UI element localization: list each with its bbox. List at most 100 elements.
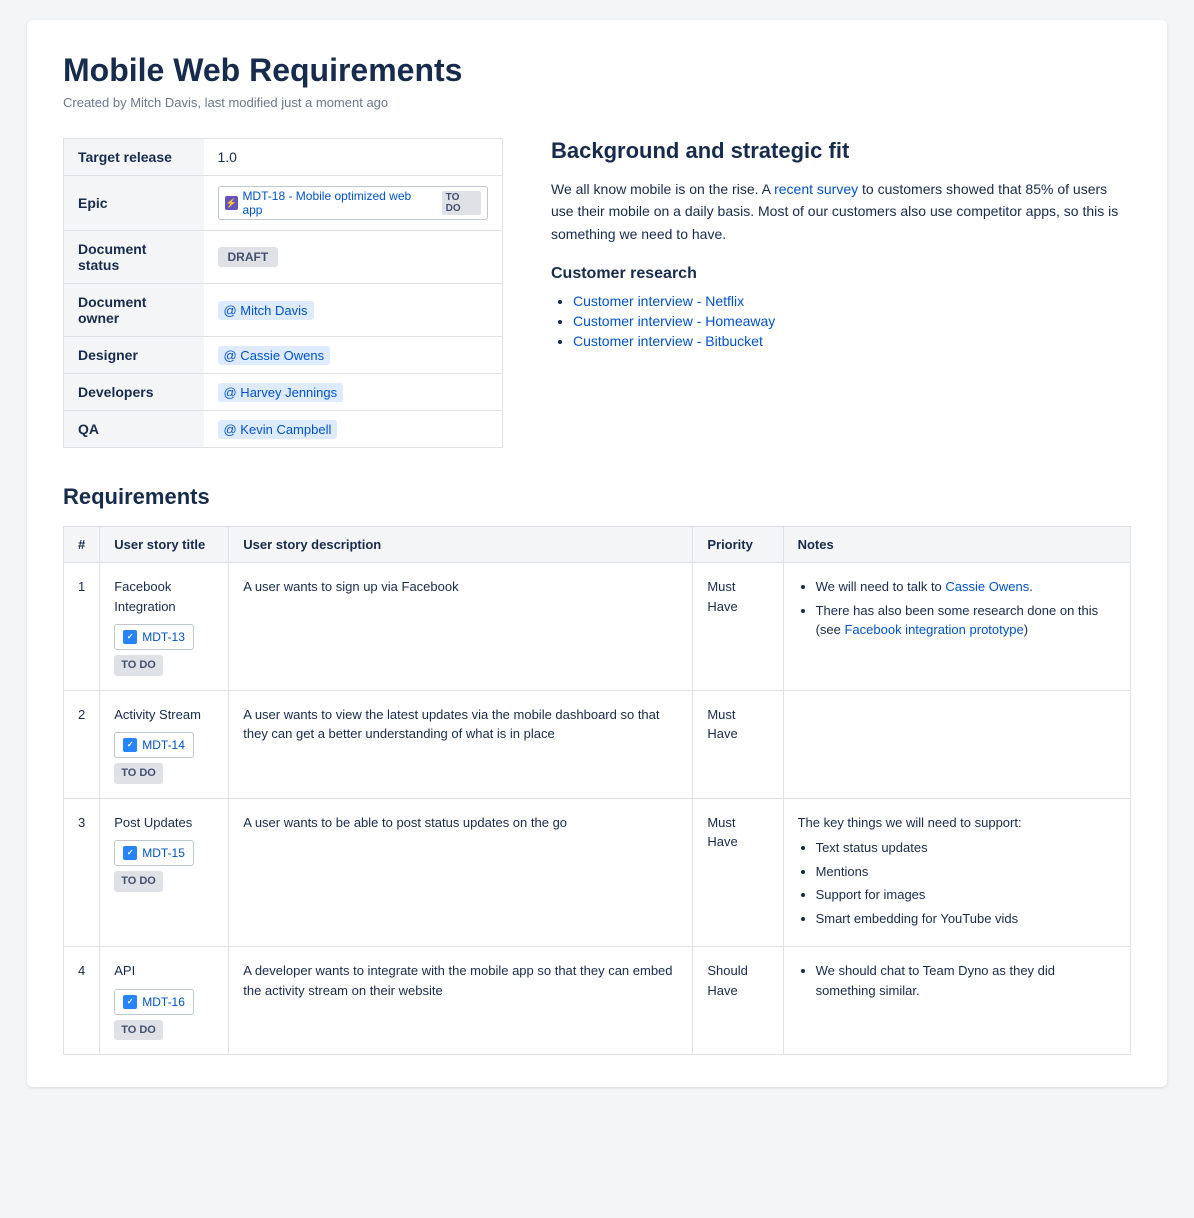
background-para: We all know mobile is on the rise. A rec…: [551, 178, 1131, 245]
meta-value: DRAFT: [204, 231, 503, 284]
meta-row: QA@ Kevin Campbell: [64, 411, 503, 448]
customer-research-list: Customer interview - Netflix Customer int…: [551, 293, 1131, 349]
row-num: 4: [64, 947, 100, 1055]
story-priority: Must Have: [693, 690, 783, 798]
notes-prefix: The key things we will need to support:: [798, 813, 1116, 833]
table-row: 4 API ✓ MDT-16 TO DO A developer wants to int…: [64, 947, 1131, 1055]
epic-id: MDT-18 - Mobile optimized web app: [242, 189, 433, 217]
jira-id: MDT-15: [142, 844, 185, 862]
meta-label: Document owner: [64, 284, 204, 337]
table-row: 1 Facebook Integration ✓ MDT-13 TO DO A user …: [64, 563, 1131, 691]
table-header: Notes: [783, 527, 1130, 563]
jira-icon: ✓: [123, 738, 137, 752]
meta-row: Epic ⚡MDT-18 - Mobile optimized web app T…: [64, 176, 503, 231]
meta-label: Designer: [64, 337, 204, 374]
list-item: We should chat to Team Dyno as they did …: [816, 961, 1116, 1000]
list-item: We will need to talk to Cassie Owens.: [816, 577, 1116, 597]
mention-tag[interactable]: @ Kevin Campbell: [218, 420, 338, 439]
todo-pill: TO DO: [114, 763, 163, 784]
list-item: Mentions: [816, 862, 1116, 882]
jira-id: MDT-14: [142, 736, 185, 754]
notes-list: Text status updates Mentions Support for i…: [798, 838, 1116, 928]
list-item: There has also been some research done o…: [816, 601, 1116, 640]
meta-row: Developers @ Harvey Jennings: [64, 374, 503, 411]
jira-icon: ✓: [123, 995, 137, 1009]
meta-row: Designer @ Cassie Owens: [64, 337, 503, 374]
meta-label: Document status: [64, 231, 204, 284]
story-priority: Should Have: [693, 947, 783, 1055]
meta-value: @ Harvey Jennings: [204, 374, 503, 411]
page-subtitle: Created by Mitch Davis, last modified ju…: [63, 95, 1131, 110]
customer-research-heading: Customer research: [551, 265, 1131, 283]
story-notes: The key things we will need to support: T…: [783, 798, 1130, 947]
table-row: 2Activity Stream✓MDT-14TO DOA user wants…: [64, 690, 1131, 798]
todo-pill: TO DO: [114, 871, 163, 892]
table-row: 3Post Updates✓MDT-15TO DOA user wants to…: [64, 798, 1131, 947]
story-notes: [783, 690, 1130, 798]
cassie-owens-link[interactable]: Cassie Owens: [945, 579, 1029, 594]
mention-tag[interactable]: @ Mitch Davis: [218, 301, 314, 320]
story-notes: We should chat to Team Dyno as they did …: [783, 947, 1130, 1055]
jira-card[interactable]: ✓ MDT-13: [114, 624, 194, 650]
story-title-cell: Post Updates ✓ MDT-15 TO DO: [100, 798, 229, 947]
notes-list: We should chat to Team Dyno as they did …: [798, 961, 1116, 1000]
story-title-cell: API ✓ MDT-16 TO DO: [100, 947, 229, 1055]
jira-icon: ✓: [123, 630, 137, 644]
right-section: Background and strategic fit We all know…: [551, 138, 1131, 448]
meta-label: Target release: [64, 139, 204, 176]
page-container: Mobile Web Requirements Created by Mitch…: [27, 20, 1167, 1087]
meta-label: Developers: [64, 374, 204, 411]
recent-link[interactable]: recent survey: [774, 181, 858, 197]
list-item: Support for images: [816, 885, 1116, 905]
meta-row: Target release1.0: [64, 139, 503, 176]
list-item: Smart embedding for YouTube vids: [816, 909, 1116, 929]
jira-id: MDT-13: [142, 628, 185, 646]
draft-badge: DRAFT: [218, 247, 279, 267]
customer-research-link[interactable]: Customer interview - Homeaway: [573, 313, 775, 329]
notes-list: We will need to talk to Cassie Owens. The…: [798, 577, 1116, 640]
requirements-heading: Requirements: [63, 484, 1131, 510]
meta-row: Document owner @ Mitch Davis: [64, 284, 503, 337]
meta-row: Document status DRAFT: [64, 231, 503, 284]
story-title: Post Updates: [114, 813, 214, 833]
customer-research-link[interactable]: Customer interview - Bitbucket: [573, 333, 763, 349]
background-heading: Background and strategic fit: [551, 138, 1131, 164]
jira-card[interactable]: ✓ MDT-14: [114, 732, 194, 758]
story-notes: We will need to talk to Cassie Owens. The…: [783, 563, 1130, 691]
table-header: #: [64, 527, 100, 563]
jira-card[interactable]: ✓ MDT-15: [114, 840, 194, 866]
mention-tag[interactable]: @ Cassie Owens: [218, 346, 331, 365]
story-description: A user wants to view the latest updates …: [229, 690, 693, 798]
meta-table: Target release1.0Epic ⚡MDT-18 - Mobile op…: [63, 138, 503, 448]
top-section: Target release1.0Epic ⚡MDT-18 - Mobile op…: [63, 138, 1131, 448]
story-title: Facebook Integration: [114, 577, 214, 616]
epic-todo-tag: TO DO: [442, 191, 481, 215]
table-header: User story description: [229, 527, 693, 563]
meta-value: @ Kevin Campbell: [204, 411, 503, 448]
jira-icon: ✓: [123, 846, 137, 860]
list-item: Customer interview - Homeaway: [573, 313, 1131, 329]
table-header: Priority: [693, 527, 783, 563]
epic-icon: ⚡: [225, 196, 239, 210]
todo-pill: TO DO: [114, 1020, 163, 1041]
story-priority: Must Have: [693, 798, 783, 947]
customer-research-link[interactable]: Customer interview - Netflix: [573, 293, 744, 309]
epic-badge[interactable]: ⚡MDT-18 - Mobile optimized web app TO DO: [218, 186, 489, 220]
story-description: A developer wants to integrate with the …: [229, 947, 693, 1055]
story-description: A user wants to be able to post status u…: [229, 798, 693, 947]
story-description: A user wants to sign up via Facebook: [229, 563, 693, 691]
list-item: Text status updates: [816, 838, 1116, 858]
requirements-section: Requirements #User story titleUser story…: [63, 484, 1131, 1055]
story-priority: Must Have: [693, 563, 783, 691]
facebook-prototype-link[interactable]: Facebook integration prototype: [844, 622, 1023, 637]
jira-card[interactable]: ✓ MDT-16: [114, 989, 194, 1015]
meta-value: @ Cassie Owens: [204, 337, 503, 374]
todo-pill: TO DO: [114, 655, 163, 676]
meta-label: Epic: [64, 176, 204, 231]
story-title: Activity Stream: [114, 705, 214, 725]
jira-id: MDT-16: [142, 993, 185, 1011]
row-num: 1: [64, 563, 100, 691]
mention-tag[interactable]: @ Harvey Jennings: [218, 383, 344, 402]
story-title: API: [114, 961, 214, 981]
meta-value: 1.0: [204, 139, 503, 176]
